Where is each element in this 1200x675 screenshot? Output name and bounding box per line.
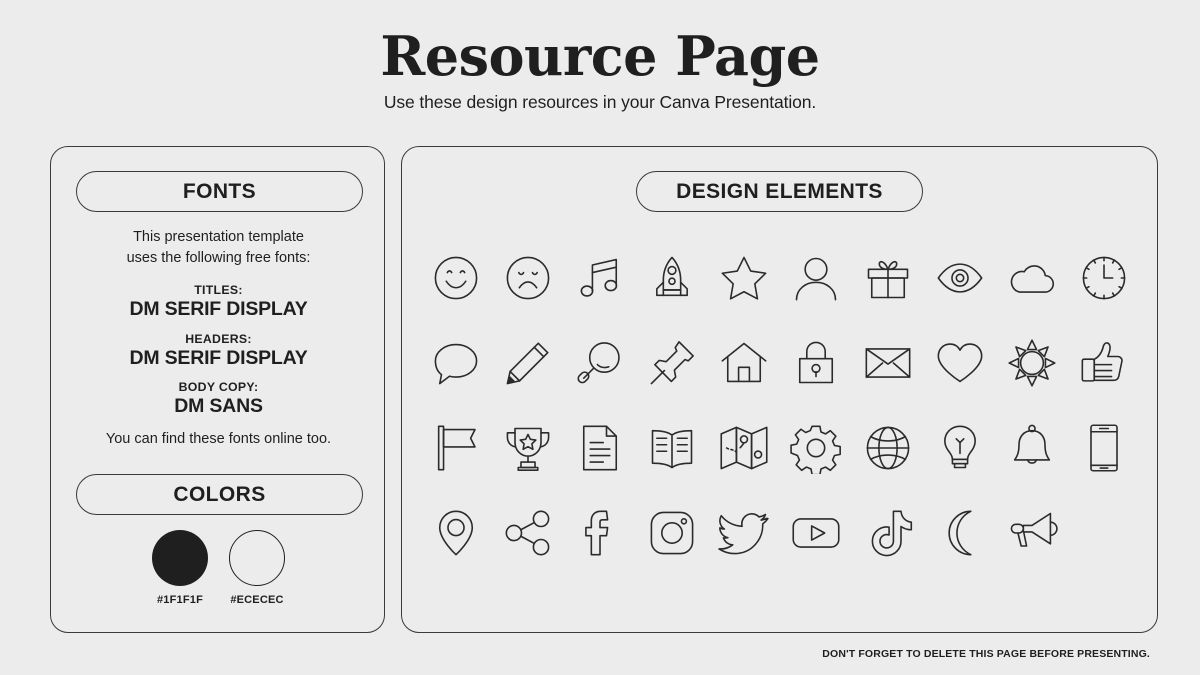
moon-icon[interactable]	[934, 507, 986, 559]
resource-page: Resource Page Use these design resources…	[0, 0, 1200, 675]
facebook-icon[interactable]	[574, 507, 626, 559]
colors-section-header: COLORS	[76, 474, 363, 515]
lightbulb-icon[interactable]	[934, 422, 986, 474]
tiktok-icon[interactable]	[862, 507, 914, 559]
smiley-face-icon[interactable]	[430, 252, 482, 304]
book-icon[interactable]	[646, 422, 698, 474]
pushpin-icon[interactable]	[646, 337, 698, 389]
font-group-body-value: DM SANS	[174, 395, 263, 417]
font-group-titles-value: DM SERIF DISPLAY	[129, 298, 308, 320]
megaphone-icon[interactable]	[1006, 507, 1058, 559]
font-group-headers-label: HEADERS:	[185, 332, 252, 346]
gift-icon[interactable]	[862, 252, 914, 304]
colors-section-header-label: COLORS	[173, 482, 266, 506]
music-note-icon[interactable]	[574, 252, 626, 304]
sad-face-icon[interactable]	[502, 252, 554, 304]
fonts-intro-text: This presentation template uses the foll…	[51, 227, 386, 269]
star-icon[interactable]	[718, 252, 770, 304]
design-elements-grid	[420, 235, 1140, 575]
dark-swatch-hex: #1F1F1F	[156, 594, 204, 606]
color-swatch-dark: #1F1F1F	[149, 530, 211, 606]
font-group-titles-label: TITLES:	[194, 283, 243, 297]
design-elements-header: DESIGN ELEMENTS	[636, 171, 923, 212]
fonts-section-header: FONTS	[76, 171, 363, 212]
heart-icon[interactable]	[934, 337, 986, 389]
speech-bubble-icon[interactable]	[430, 337, 482, 389]
location-pin-icon[interactable]	[430, 507, 482, 559]
dark-swatch-circle	[152, 530, 208, 586]
document-icon[interactable]	[574, 422, 626, 474]
font-group-headers: HEADERS: DM SERIF DISPLAY	[51, 332, 386, 370]
flag-icon[interactable]	[430, 422, 482, 474]
page-title: Resource Page	[380, 24, 820, 88]
twitter-icon[interactable]	[718, 507, 770, 559]
eye-icon[interactable]	[934, 252, 986, 304]
font-group-headers-value: DM SERIF DISPLAY	[129, 347, 308, 369]
instagram-icon[interactable]	[646, 507, 698, 559]
sun-icon[interactable]	[1006, 337, 1058, 389]
clock-icon[interactable]	[1078, 252, 1130, 304]
color-swatch-list: #1F1F1F #ECECEC	[51, 530, 386, 606]
font-group-body: BODY COPY: DM SANS	[51, 380, 386, 418]
fonts-and-colors-panel: FONTS This presentation template uses th…	[50, 146, 385, 633]
thumbs-up-icon[interactable]	[1078, 337, 1130, 389]
globe-icon[interactable]	[862, 422, 914, 474]
cloud-icon[interactable]	[1006, 252, 1058, 304]
pencil-icon[interactable]	[502, 337, 554, 389]
share-icon[interactable]	[502, 507, 554, 559]
person-icon[interactable]	[790, 252, 842, 304]
footer-note: DON'T FORGET TO DELETE THIS PAGE BEFORE …	[822, 648, 1150, 660]
fonts-outro-text: You can find these fonts online too.	[105, 431, 332, 447]
light-swatch-circle	[229, 530, 285, 586]
house-icon[interactable]	[718, 337, 770, 389]
map-icon[interactable]	[718, 422, 770, 474]
trophy-icon[interactable]	[502, 422, 554, 474]
fonts-intro-line-2: uses the following free fonts:	[126, 250, 311, 267]
page-subtitle: Use these design resources in your Canva…	[383, 92, 817, 112]
design-elements-header-label: DESIGN ELEMENTS	[676, 179, 883, 203]
smartphone-icon[interactable]	[1078, 422, 1130, 474]
design-elements-panel: DESIGN ELEMENTS	[401, 146, 1158, 633]
magnifying-glass-icon[interactable]	[574, 337, 626, 389]
fonts-intro-line-1: This presentation template	[133, 229, 304, 245]
font-group-body-label: BODY COPY:	[178, 380, 259, 394]
gear-icon[interactable]	[790, 422, 842, 474]
youtube-icon[interactable]	[790, 507, 842, 559]
light-swatch-hex: #ECECEC	[230, 594, 284, 606]
bell-icon[interactable]	[1006, 422, 1058, 474]
lock-icon[interactable]	[790, 337, 842, 389]
envelope-icon[interactable]	[862, 337, 914, 389]
rocket-icon[interactable]	[646, 252, 698, 304]
fonts-section-header-label: FONTS	[182, 179, 257, 203]
font-group-titles: TITLES: DM SERIF DISPLAY	[51, 283, 386, 321]
color-swatch-light: #ECECEC	[226, 530, 288, 606]
